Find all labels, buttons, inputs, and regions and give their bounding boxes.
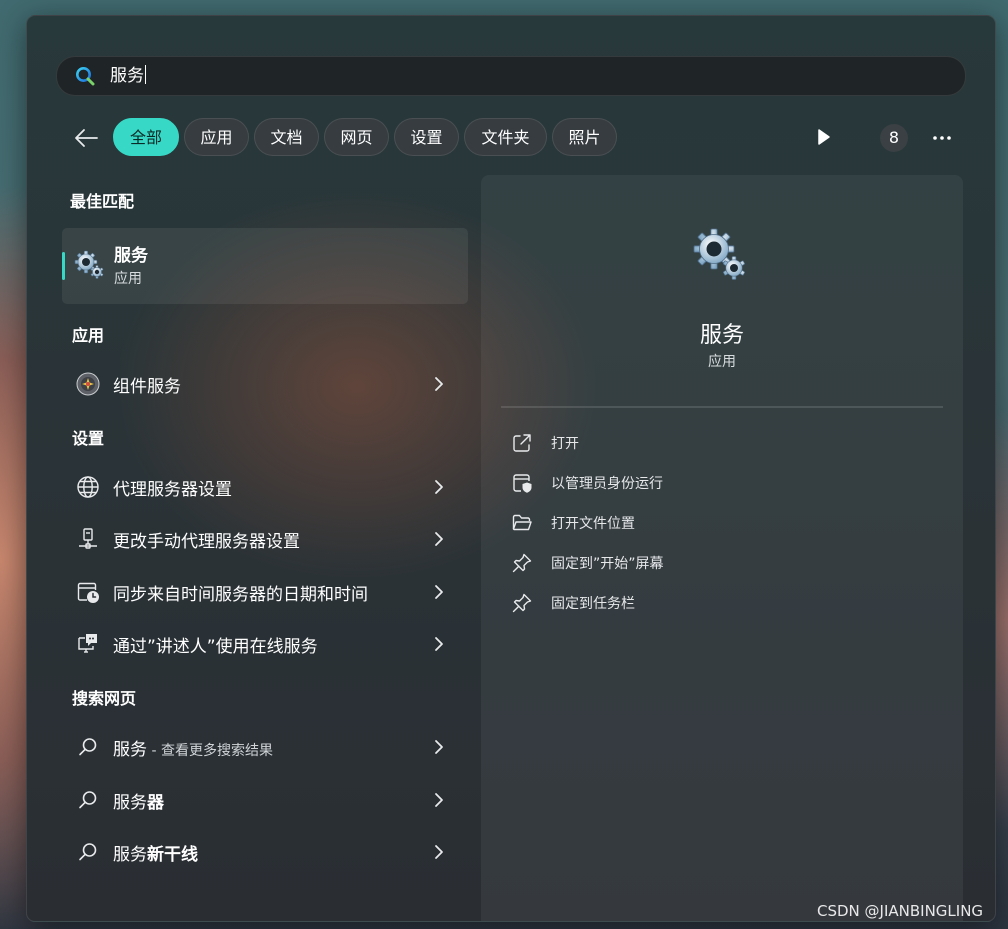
narrator-icon <box>78 634 97 653</box>
shield-run-admin-icon <box>513 474 532 493</box>
action-label: 以管理员身份运行 <box>551 476 663 492</box>
result-label: 更改手动代理服务器设置 <box>113 532 300 552</box>
preview-panel: 服务 应用 打开 以管理员身份运行 打开文件位置 固定到”开始”屏幕 固定到任务… <box>481 175 963 921</box>
divider <box>501 406 943 408</box>
gears-icon <box>693 228 745 280</box>
web-search-heading: 搜索网页 <box>72 689 137 708</box>
calendar-clock-icon <box>77 582 99 603</box>
action-label: 打开文件位置 <box>551 516 635 532</box>
best-match-heading: 最佳匹配 <box>70 192 135 211</box>
component-services-icon <box>76 372 100 396</box>
search-input[interactable]: 服务 <box>110 65 146 87</box>
selection-indicator <box>62 252 65 280</box>
web-result-suggestion[interactable]: 服务器 <box>62 776 468 824</box>
result-label: 服务 - 查看更多搜索结果 <box>113 740 273 760</box>
result-label: 通过”讲述人”使用在线服务 <box>113 637 318 657</box>
setting-result-proxy[interactable]: 代理服务器设置 <box>62 463 468 511</box>
action-open[interactable]: 打开 <box>511 428 911 458</box>
pin-icon <box>512 593 532 613</box>
best-match-title: 服务 <box>114 246 148 266</box>
tab-documents[interactable]: 文档 <box>254 118 319 156</box>
preview-title: 服务 <box>699 323 744 348</box>
app-result-component-services[interactable]: 组件服务 <box>62 360 468 408</box>
text-caret <box>145 65 146 84</box>
pin-icon <box>512 553 532 573</box>
action-pin-to-start[interactable]: 固定到”开始”屏幕 <box>511 548 911 578</box>
search-icon <box>79 738 97 756</box>
setting-result-manual-proxy[interactable]: 更改手动代理服务器设置 <box>62 515 468 563</box>
chevron-right-icon[interactable] <box>432 739 446 755</box>
tab-web[interactable]: 网页 <box>324 118 389 156</box>
chevron-right-icon[interactable] <box>432 479 446 495</box>
open-external-icon <box>513 434 531 452</box>
network-computer-icon <box>79 528 97 549</box>
setting-result-time-sync[interactable]: 同步来自时间服务器的日期和时间 <box>62 568 468 616</box>
folder-icon <box>512 514 532 531</box>
result-label: 服务新干线 <box>113 845 198 865</box>
search-logo-icon <box>76 67 95 86</box>
action-label: 固定到任务栏 <box>551 596 635 612</box>
action-label: 打开 <box>551 436 579 452</box>
result-label: 服务器 <box>113 793 164 813</box>
chevron-right-icon[interactable] <box>432 844 446 860</box>
play-icon[interactable] <box>817 128 831 146</box>
action-pin-to-taskbar[interactable]: 固定到任务栏 <box>511 588 911 618</box>
chevron-right-icon[interactable] <box>432 792 446 808</box>
tab-settings[interactable]: 设置 <box>394 118 459 156</box>
back-arrow-icon[interactable] <box>71 124 101 152</box>
web-result-suggestion[interactable]: 服务新干线 <box>62 828 468 876</box>
tab-all[interactable]: 全部 <box>113 118 179 156</box>
start-search-panel: 服务 全部 应用 文档 网页 设置 文件夹 照片 8 最佳匹配 服务 应用 应用… <box>26 15 996 922</box>
search-box[interactable]: 服务 <box>56 56 966 96</box>
chevron-right-icon[interactable] <box>432 584 446 600</box>
web-result-more[interactable]: 服务 - 查看更多搜索结果 <box>62 723 468 771</box>
preview-type: 应用 <box>708 354 736 370</box>
tab-folders[interactable]: 文件夹 <box>464 118 547 156</box>
action-open-file-location[interactable]: 打开文件位置 <box>511 508 911 538</box>
more-options-icon[interactable] <box>932 128 952 148</box>
filter-bar: 全部 应用 文档 网页 设置 文件夹 照片 8 <box>27 118 995 158</box>
apps-heading: 应用 <box>72 326 105 345</box>
best-match-result[interactable]: 服务 应用 <box>62 228 468 304</box>
action-run-as-admin[interactable]: 以管理员身份运行 <box>511 468 911 498</box>
best-match-type: 应用 <box>114 271 142 287</box>
tab-photos[interactable]: 照片 <box>552 118 617 156</box>
search-icon <box>79 791 97 809</box>
chevron-right-icon[interactable] <box>432 531 446 547</box>
watermark-text: CSDN @JIANBINGLING <box>817 902 984 920</box>
result-label: 组件服务 <box>113 377 181 397</box>
settings-heading: 设置 <box>72 429 105 448</box>
search-icon <box>79 843 97 861</box>
setting-result-narrator[interactable]: 通过”讲述人”使用在线服务 <box>62 620 468 668</box>
action-label: 固定到”开始”屏幕 <box>551 556 664 572</box>
globe-icon <box>77 476 99 498</box>
gears-icon <box>74 250 104 279</box>
chevron-right-icon[interactable] <box>432 376 446 392</box>
result-count-badge[interactable]: 8 <box>880 124 908 152</box>
chevron-right-icon[interactable] <box>432 636 446 652</box>
tab-apps[interactable]: 应用 <box>184 118 249 156</box>
result-label: 代理服务器设置 <box>113 480 232 500</box>
result-label: 同步来自时间服务器的日期和时间 <box>113 585 368 605</box>
